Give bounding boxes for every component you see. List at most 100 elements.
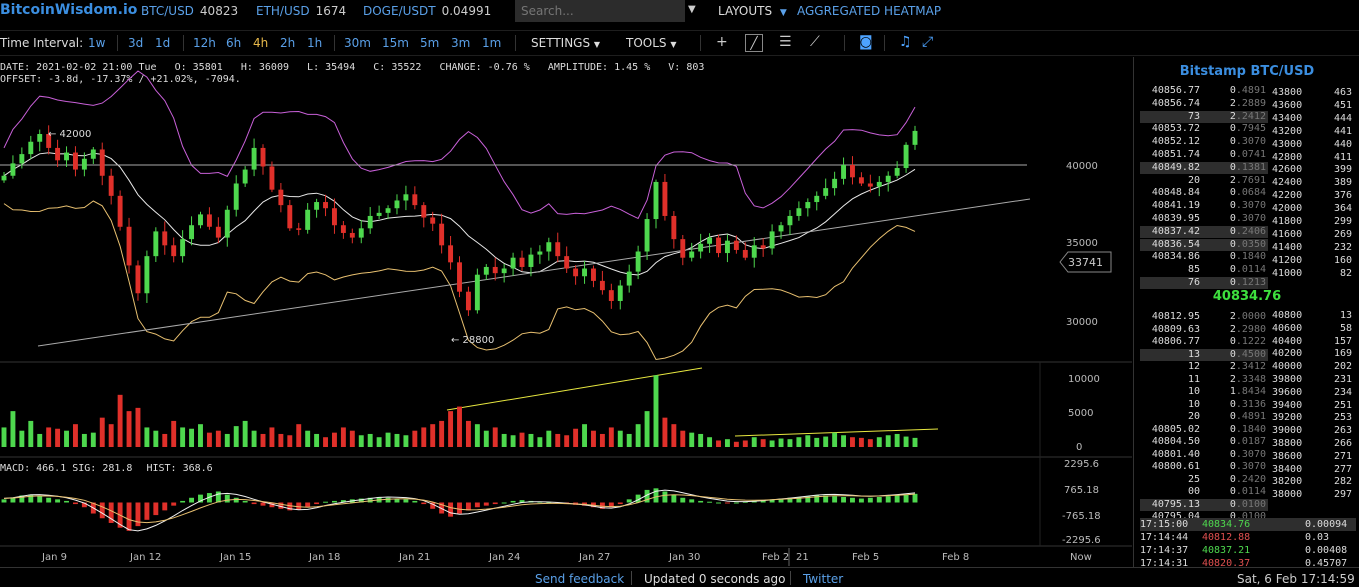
send-feedback-link[interactable]: Send feedback: [535, 572, 624, 586]
crosshair-icon[interactable]: +: [716, 34, 728, 50]
depth-price: 40400: [1272, 335, 1303, 347]
order-book-row[interactable]: 40836.54 0.0350: [1140, 238, 1268, 251]
interval-12h[interactable]: 12h: [193, 36, 216, 50]
draw-line-icon[interactable]: ╱: [745, 34, 763, 52]
interval-2h[interactable]: 2h: [280, 36, 295, 50]
order-price: 00: [1187, 486, 1200, 497]
depth-sum: 444: [1333, 112, 1352, 124]
search-dropdown-icon[interactable]: ▼: [688, 4, 696, 15]
order-book-row[interactable]: 13 0.4500: [1140, 348, 1268, 361]
volume-bar: [448, 411, 454, 447]
interval-1h[interactable]: 1h: [307, 36, 322, 50]
ticker-doge[interactable]: DOGE/USDT 0.04991: [363, 4, 491, 18]
price-chart[interactable]: ← 42000 ← 28800 40000 35000 30000 33741 …: [0, 57, 1132, 567]
camera-icon[interactable]: ◙: [859, 34, 873, 50]
search-input[interactable]: [515, 0, 685, 22]
order-book-row[interactable]: 25 0.2420: [1140, 474, 1268, 486]
depth-sum: 399: [1333, 164, 1352, 176]
order-book-row[interactable]: 40856.74 2.2889: [1140, 98, 1268, 110]
fibonacci-fan-icon[interactable]: ⟋: [810, 34, 820, 50]
order-book-row[interactable]: 40834.86 0.1840: [1140, 251, 1268, 263]
interval-1w[interactable]: 1w: [88, 36, 105, 50]
order-book-row[interactable]: 40812.95 2.0000: [1140, 311, 1268, 323]
order-book-row[interactable]: 10 1.8434: [1140, 386, 1268, 398]
candle-body: [537, 251, 543, 255]
order-book-row[interactable]: 40856.77 0.4891: [1140, 85, 1268, 97]
ascending-trendline[interactable]: [37, 198, 1031, 347]
order-book-title[interactable]: Bitstamp BTC/USD: [1134, 64, 1359, 79]
depth-price: 39600: [1272, 386, 1303, 398]
order-book-row[interactable]: 40804.50 0.0187: [1140, 436, 1268, 448]
order-book-row[interactable]: 40851.74 0.0741: [1140, 149, 1268, 161]
volume-trendline[interactable]: [446, 367, 703, 411]
settings-menu[interactable]: SETTINGS ▼: [531, 36, 600, 50]
order-book-row[interactable]: 40795.13 0.0100: [1140, 498, 1268, 511]
order-book-row[interactable]: 40853.72 0.7945: [1140, 123, 1268, 135]
interval-5m[interactable]: 5m: [420, 36, 439, 50]
interval-15m[interactable]: 15m: [382, 36, 409, 50]
site-logo[interactable]: BitcoinWisdom.io: [0, 2, 137, 18]
macd-bar: [126, 502, 132, 531]
order-volume-frac: .1222: [1235, 336, 1266, 347]
order-book-row[interactable]: 85 0.0114: [1140, 264, 1268, 276]
order-volume-frac: .3070: [1235, 461, 1266, 472]
order-book-row[interactable]: 00 0.0114: [1140, 486, 1268, 498]
order-book-row[interactable]: 40806.77 0.1222: [1140, 336, 1268, 348]
order-book-row[interactable]: 40805.02 0.1840: [1140, 424, 1268, 436]
macd-bar: [832, 496, 838, 503]
candle-body: [135, 265, 141, 294]
order-book-row[interactable]: 40801.40 0.3070: [1140, 449, 1268, 461]
horizontal-lines-icon[interactable]: ☰: [779, 34, 792, 50]
order-book-row[interactable]: 20 2.7691: [1140, 175, 1268, 187]
order-book-row[interactable]: 40849.82 0.1381: [1140, 161, 1268, 174]
update-status: Updated 0 seconds ago: [644, 572, 786, 586]
candle-body: [1, 175, 7, 181]
interval-1m[interactable]: 1m: [482, 36, 501, 50]
layouts-menu[interactable]: LAYOUTS ▼: [718, 4, 787, 18]
order-book-row[interactable]: 10 0.3136: [1140, 399, 1268, 411]
order-volume: 0.7945: [1202, 123, 1266, 135]
macd-bar: [457, 502, 462, 514]
depth-price: 40200: [1272, 348, 1303, 360]
interval-3m[interactable]: 3m: [451, 36, 470, 50]
order-book-row[interactable]: 40800.61 0.3070: [1140, 461, 1268, 473]
interval-1d[interactable]: 1d: [155, 36, 170, 50]
order-price: 40812.95: [1151, 311, 1200, 322]
interval-3d[interactable]: 3d: [128, 36, 143, 50]
volume-tick: 5000: [1068, 408, 1093, 419]
fullscreen-icon[interactable]: ⤢: [922, 34, 933, 50]
aggregated-heatmap-link[interactable]: AGGREGATED HEATMAP: [797, 4, 941, 18]
volume-bar: [796, 437, 802, 447]
twitter-link[interactable]: Twitter: [803, 572, 843, 586]
macd-bar: [260, 502, 266, 506]
interval-30m[interactable]: 30m: [344, 36, 371, 50]
order-book-row[interactable]: 40837.42 0.2406: [1140, 225, 1268, 238]
order-book-row[interactable]: 12 2.3412: [1140, 361, 1268, 373]
order-book-row[interactable]: 40852.12 0.3070: [1140, 136, 1268, 148]
tools-menu[interactable]: TOOLS ▼: [626, 36, 677, 50]
candle-body: [465, 291, 471, 311]
order-book-row[interactable]: 11 2.3348: [1140, 374, 1268, 386]
depth-row: 39800 231: [1272, 373, 1356, 386]
order-volume: 1.8434: [1202, 386, 1266, 398]
ticker-eth[interactable]: ETH/USD 1674: [256, 4, 346, 18]
ticker-btc[interactable]: BTC/USD 40823: [141, 4, 238, 18]
candle-body: [72, 152, 78, 170]
alert-bell-icon[interactable]: ♫: [899, 34, 912, 50]
volume-bar: [760, 439, 766, 447]
order-book-row[interactable]: 20 0.4891: [1140, 411, 1268, 423]
order-book-row[interactable]: 40839.95 0.3070: [1140, 213, 1268, 225]
order-book-row[interactable]: 73 2.2412: [1140, 110, 1268, 123]
candle-body: [483, 266, 489, 275]
order-book-row[interactable]: 76 0.1213: [1140, 277, 1268, 289]
order-book-row[interactable]: 40809.63 2.2980: [1140, 324, 1268, 336]
order-book-row[interactable]: 40841.19 0.3070: [1140, 200, 1268, 212]
order-volume-frac: .2980: [1235, 323, 1266, 335]
order-price: 76: [1187, 277, 1200, 288]
order-book-row[interactable]: 40848.84 0.0684: [1140, 187, 1268, 199]
interval-4h[interactable]: 4h: [253, 36, 268, 50]
volume-bar: [653, 375, 659, 447]
interval-6h[interactable]: 6h: [226, 36, 241, 50]
settings-label: SETTINGS: [531, 36, 591, 50]
depth-row: 38600 271: [1272, 450, 1356, 463]
